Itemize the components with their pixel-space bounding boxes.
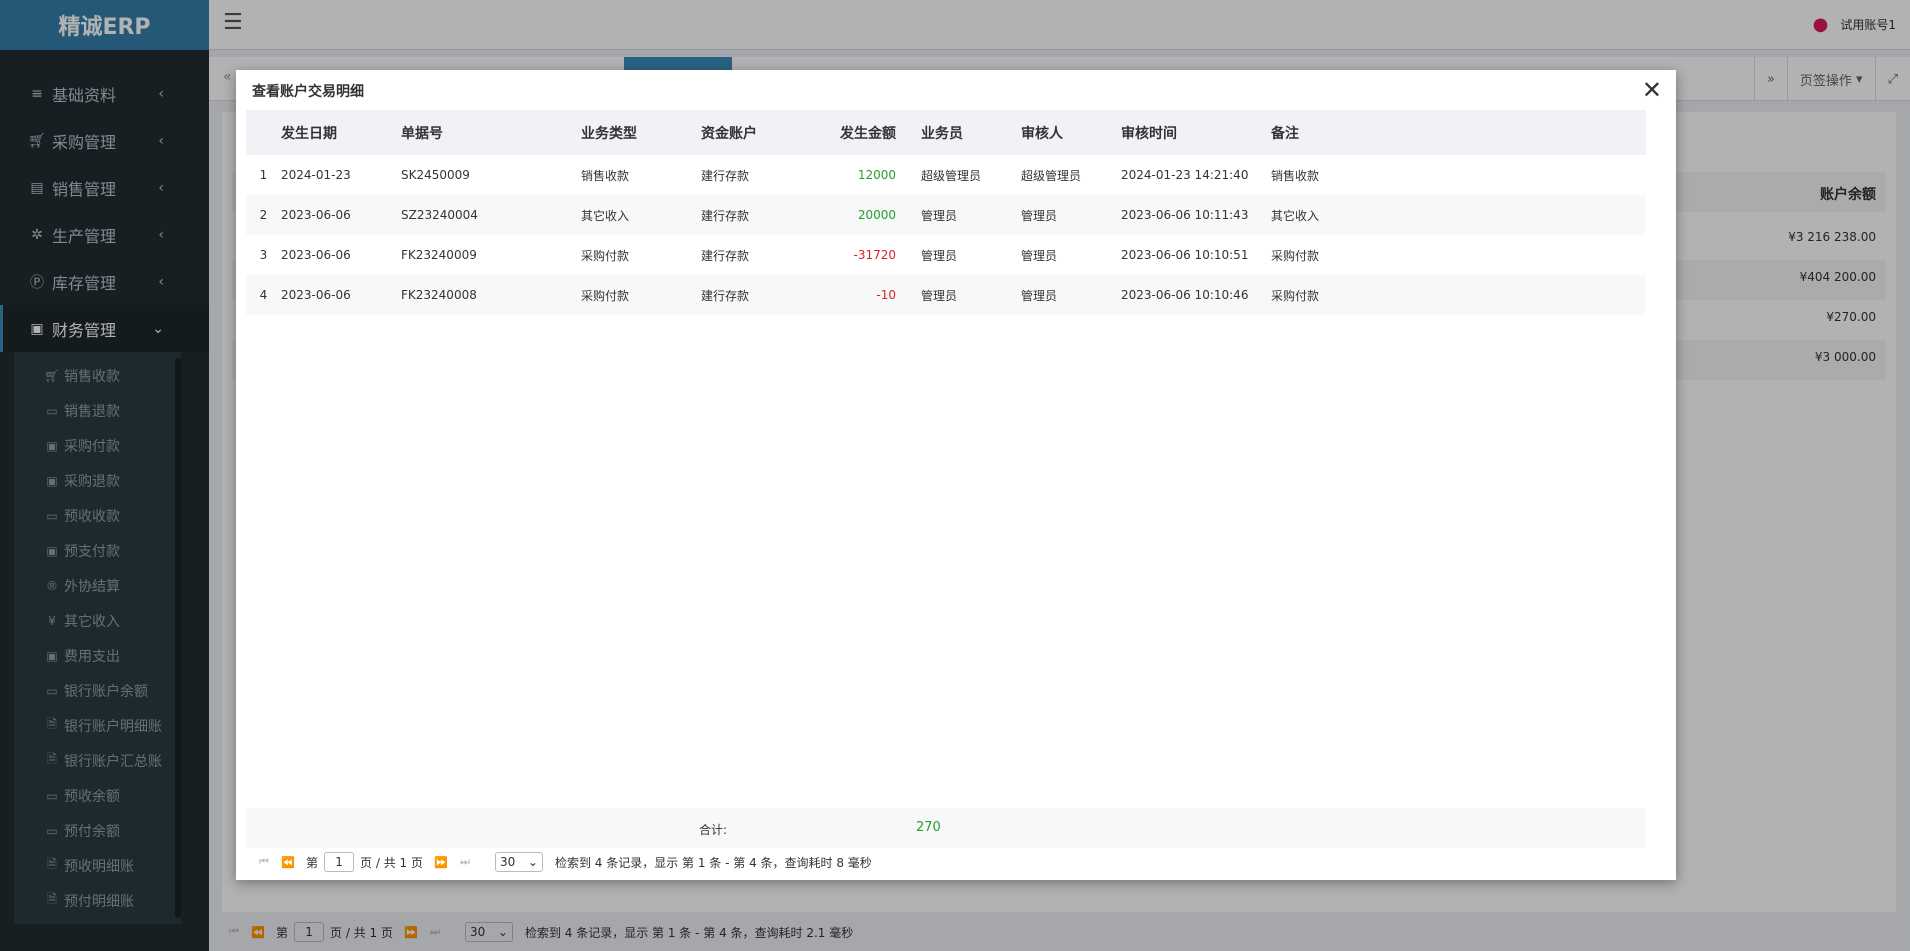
cell-remark: 其它收入 — [1271, 208, 1320, 223]
cell-audit-time: 2024-01-23 14:21:40 — [1121, 168, 1249, 182]
page-size-value: 30 — [499, 855, 516, 869]
prev-page-icon[interactable]: ⏪ — [276, 856, 300, 869]
cell-salesperson: 管理员 — [921, 288, 958, 303]
cell-remark: 销售收款 — [1271, 168, 1320, 183]
pager-summary: 检索到 4 条记录，显示 第 1 条 - 第 4 条，查询耗时 8 毫秒 — [554, 855, 872, 870]
cell-business-type: 采购付款 — [581, 288, 630, 303]
cell-account: 建行存款 — [701, 208, 750, 223]
column-header[interactable]: 审核人 — [1021, 123, 1121, 143]
row-number: 2 — [259, 208, 268, 222]
column-header[interactable]: 发生金额 — [811, 123, 921, 143]
cell-remark: 采购付款 — [1271, 288, 1320, 303]
column-header[interactable]: 业务员 — [921, 123, 1021, 143]
cell-business-type: 其它收入 — [581, 208, 630, 223]
cell-auditor: 超级管理员 — [1021, 168, 1082, 183]
transactions-table: 发生日期 单据号 业务类型 资金账户 发生金额 业务员 审核人 审核时间 备注 … — [246, 110, 1646, 315]
modal-title: 查看账户交易明细 — [252, 84, 364, 100]
cell-amount: -10 — [876, 288, 896, 302]
modal-pager: ⏮ ⏪ 第 1 页 / 共 1 页 ⏩ ⏭ 30 ⌄ 检索到 4 条记录，显示 第… — [252, 852, 872, 872]
cell-date: 2023-06-06 — [281, 248, 351, 262]
cell-audit-time: 2023-06-06 10:10:51 — [1121, 248, 1249, 262]
column-header[interactable]: 单据号 — [401, 123, 581, 143]
account-transactions-modal: 查看账户交易明细 ✕ 发生日期 单据号 业务类型 资金账户 发生金额 业务员 审… — [236, 70, 1676, 880]
cell-date: 2023-06-06 — [281, 288, 351, 302]
last-page-icon[interactable]: ⏭ — [453, 855, 477, 869]
cell-doc-number: SK2450009 — [401, 168, 470, 182]
cell-auditor: 管理员 — [1021, 288, 1058, 303]
cell-business-type: 销售收款 — [581, 168, 630, 183]
cell-business-type: 采购付款 — [581, 248, 630, 263]
table-row[interactable]: 4 2023-06-06 FK23240008 采购付款 建行存款 -10 管理… — [246, 275, 1646, 315]
column-header[interactable]: 备注 — [1271, 123, 1421, 143]
cell-audit-time: 2023-06-06 10:11:43 — [1121, 208, 1249, 222]
cell-doc-number: SZ23240004 — [401, 208, 478, 222]
page-number-input[interactable]: 1 — [324, 852, 355, 872]
column-header[interactable]: 业务类型 — [581, 123, 701, 143]
cell-date: 2023-06-06 — [281, 208, 351, 222]
cell-account: 建行存款 — [701, 288, 750, 303]
cell-account: 建行存款 — [701, 248, 750, 263]
cell-auditor: 管理员 — [1021, 248, 1058, 263]
cell-date: 2024-01-23 — [281, 168, 351, 182]
row-number: 1 — [259, 168, 268, 182]
next-page-icon[interactable]: ⏩ — [429, 856, 453, 869]
cell-amount: 20000 — [857, 208, 896, 222]
chevron-down-icon: ⌄ — [527, 855, 538, 869]
cell-account: 建行存款 — [701, 168, 750, 183]
cell-salesperson: 超级管理员 — [921, 168, 982, 183]
column-header[interactable]: 审核时间 — [1121, 123, 1271, 143]
table-header: 发生日期 单据号 业务类型 资金账户 发生金额 业务员 审核人 审核时间 备注 — [246, 110, 1646, 155]
page-size-select[interactable]: 30 ⌄ — [494, 852, 543, 872]
page-suffix: 页 / 共 1 页 — [360, 855, 423, 870]
first-page-icon[interactable]: ⏮ — [252, 855, 276, 869]
cell-salesperson: 管理员 — [921, 248, 958, 263]
cell-auditor: 管理员 — [1021, 208, 1058, 223]
cell-amount: 12000 — [857, 168, 896, 182]
row-number: 3 — [259, 248, 268, 262]
column-header[interactable]: 发生日期 — [281, 123, 401, 143]
table-row[interactable]: 2 2023-06-06 SZ23240004 其它收入 建行存款 20000 … — [246, 195, 1646, 235]
cell-remark: 采购付款 — [1271, 248, 1320, 263]
row-number: 4 — [259, 288, 268, 302]
total-label: 合计: — [699, 823, 728, 837]
cell-doc-number: FK23240009 — [401, 248, 477, 262]
cell-doc-number: FK23240008 — [401, 288, 477, 302]
column-header[interactable]: 资金账户 — [701, 123, 811, 143]
table-footer-total: 合计: 270 — [246, 808, 1646, 848]
page-prefix: 第 — [306, 855, 319, 870]
total-value: 270 — [916, 820, 941, 835]
cell-amount: -31720 — [853, 248, 896, 262]
cell-salesperson: 管理员 — [921, 208, 958, 223]
table-row[interactable]: 3 2023-06-06 FK23240009 采购付款 建行存款 -31720… — [246, 235, 1646, 275]
close-icon[interactable]: ✕ — [1642, 78, 1662, 102]
table-row[interactable]: 1 2024-01-23 SK2450009 销售收款 建行存款 12000 超… — [246, 155, 1646, 195]
cell-audit-time: 2023-06-06 10:10:46 — [1121, 288, 1249, 302]
